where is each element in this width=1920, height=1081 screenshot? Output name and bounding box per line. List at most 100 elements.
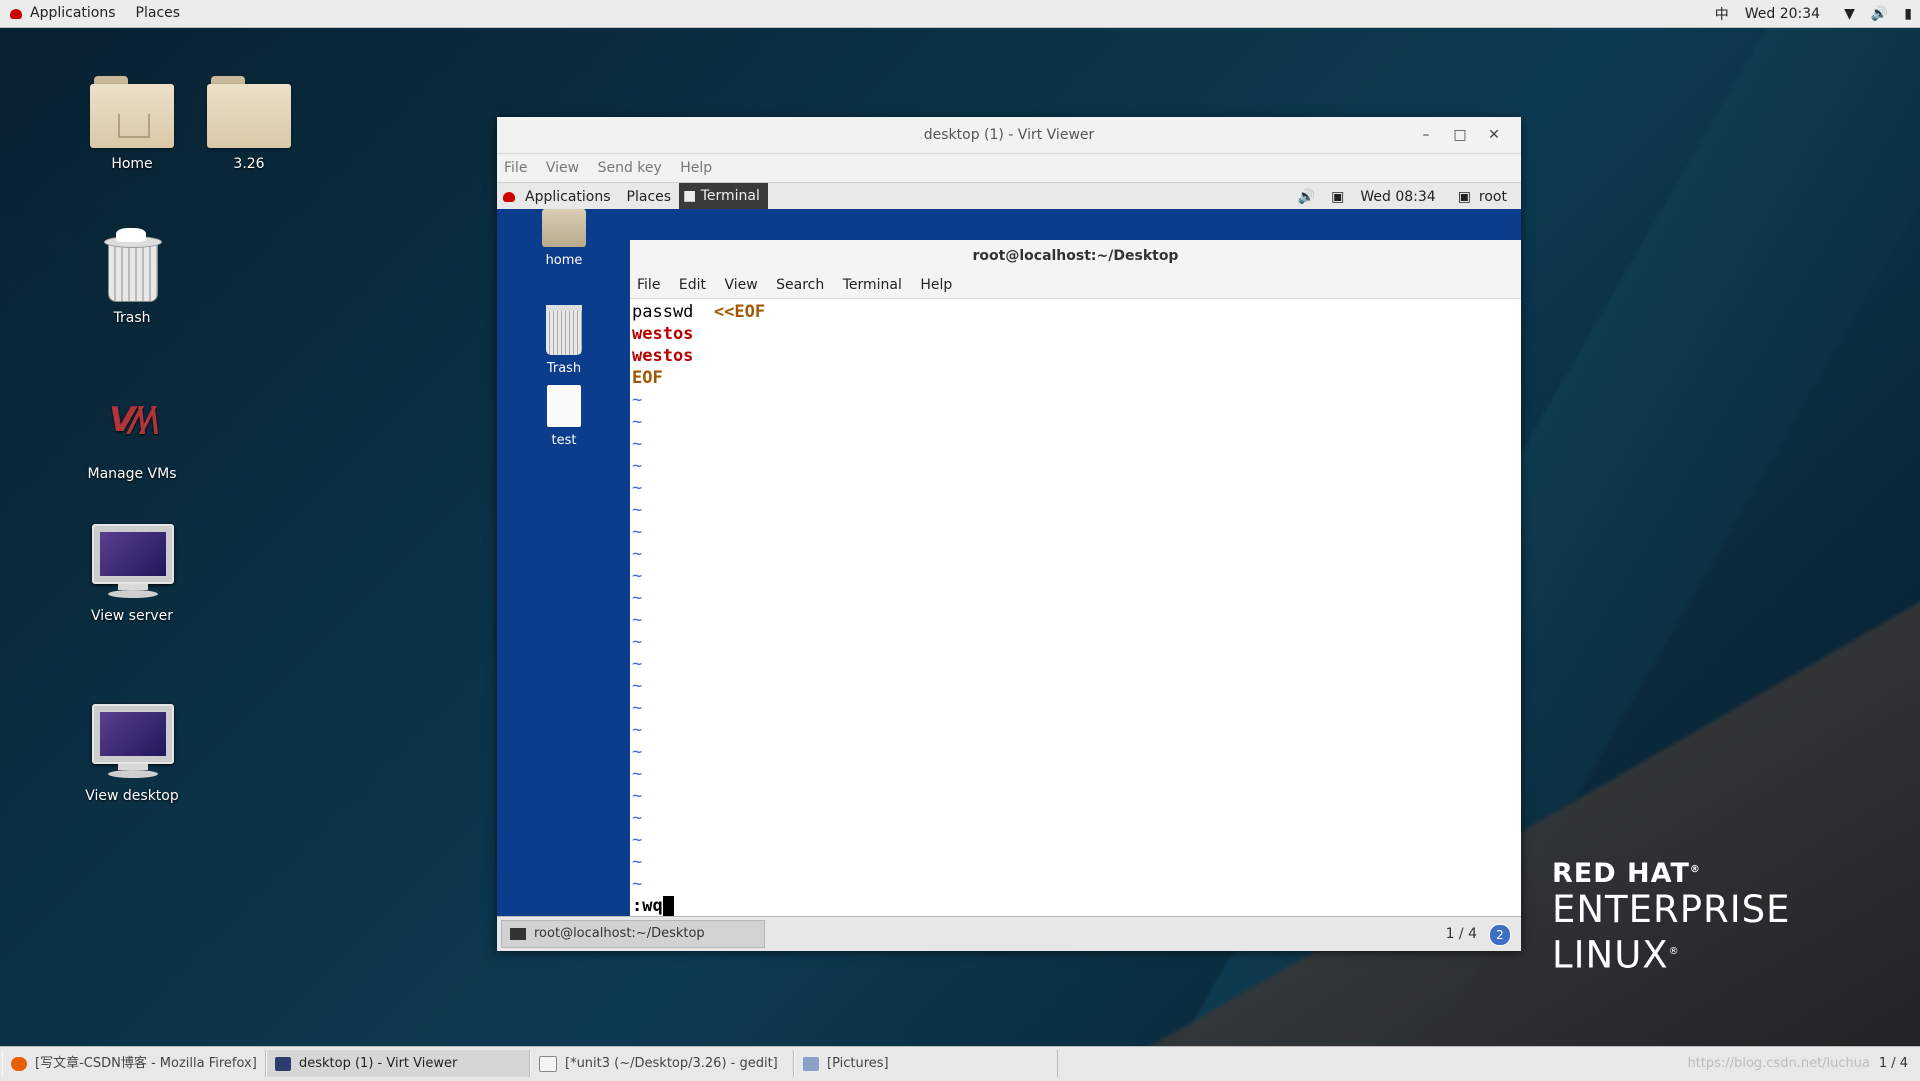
terminal-titlebar[interactable]: root@localhost:~/Desktop [630,240,1521,272]
desktop-icon-home[interactable]: Home [72,76,192,172]
redhat-enterprise-logo: RED HAT® ENTERPRISE LINUX® [1552,858,1791,976]
home-folder-icon [90,76,174,148]
logo-line-2: ENTERPRISE [1552,888,1791,931]
logo-line-3: LINUX [1552,933,1669,977]
taskbar-item-label: [Pictures] [827,1056,889,1071]
close-button[interactable]: ✕ [1477,117,1511,153]
guest-user-menu[interactable]: root [1479,189,1515,205]
monitor-icon [92,704,174,780]
guest-top-bar: Applications Places ■ Terminal 🔊 ▣ Wed 0… [497,182,1521,210]
top-bar: Applications Places 中 Wed 20:34 ▼ 🔊 ▮ [0,0,1920,28]
vim-empty-line: ~ [632,874,643,894]
minimize-button[interactable]: – [1409,117,1443,153]
guest-terminal-tab[interactable]: ■ Terminal [679,183,768,210]
terminal-content[interactable]: passwd <<EOF westos westos EOF ~ ~ ~ ~ ~ ~ ~ ~ ~… [630,299,1521,919]
vim-command: :wq [632,896,663,916]
terminal-line: passwd <<EOF [632,301,1519,323]
redhat-icon [10,8,22,19]
guest-icon-trash[interactable]: Trash [529,305,599,376]
battery-icon[interactable]: ▮ [1896,6,1920,22]
firefox-icon [11,1056,27,1071]
terminal-icon: ■ [683,188,701,204]
guest-notification-badge[interactable]: 2 [1489,924,1511,946]
volume-icon[interactable]: 🔊 [1863,6,1896,22]
input-method-indicator[interactable]: 中 [1707,4,1737,24]
menu-view[interactable]: View [539,160,586,176]
terminal-menu-terminal[interactable]: Terminal [836,277,909,293]
wifi-icon[interactable]: ▼ [1836,6,1863,22]
vm-logo-icon: V/\/\ [109,400,161,440]
redhat-icon [503,191,515,202]
guest-volume-icon[interactable]: 🔊 [1290,189,1323,205]
taskbar-item-label: [*unit3 (~/Desktop/3.26) - gedit] [565,1056,778,1071]
guest-workspace-indicator[interactable]: 1 / 4 [1446,917,1477,951]
vim-empty-line: ~ [632,610,643,630]
guest-icon-label: test [551,433,577,448]
virt-viewer-window[interactable]: desktop (1) - Virt Viewer – □ ✕ File Vie… [497,117,1521,951]
taskbar-item-firefox[interactable]: [写文章-CSDN博客 - Mozilla Firefox] [2,1050,266,1077]
guest-applications-menu[interactable]: Applications [517,189,619,205]
menu-help[interactable]: Help [673,160,719,176]
desktop-icon-label: Home [111,156,153,172]
guest-icon-label: Trash [546,361,582,376]
terminal-menu-file[interactable]: File [630,277,667,293]
terminal-menubar: File Edit View Search Terminal Help [630,272,1521,299]
guest-user-icon: ▣ [1457,188,1471,205]
desktop-icon-view-desktop[interactable]: View desktop [72,704,192,804]
guest-icon-test[interactable]: test [529,385,599,448]
desktop-icon-3-26[interactable]: 3.26 [189,76,309,172]
workspace-indicator[interactable]: 1 / 4 [1879,1047,1908,1081]
text-editor-icon [539,1055,557,1072]
logo-line-1: RED HAT [1552,858,1690,889]
terminal-menu-search[interactable]: Search [769,277,831,293]
places-menu[interactable]: Places [126,0,191,27]
guest-places-menu[interactable]: Places [619,189,680,205]
vim-empty-line: ~ [632,522,643,542]
taskbar-item-pictures[interactable]: [Pictures] [794,1050,1058,1077]
trash-icon [102,228,162,302]
guest-network-icon[interactable]: ▣ [1323,189,1352,205]
bottom-taskbar: [写文章-CSDN博客 - Mozilla Firefox] desktop (… [0,1046,1920,1081]
taskbar-item-virt-viewer[interactable]: desktop (1) - Virt Viewer [266,1050,530,1077]
desktop-icon-label: View desktop [85,788,179,804]
maximize-button[interactable]: □ [1443,117,1477,153]
vim-empty-line: ~ [632,434,643,454]
guest-clock[interactable]: Wed 08:34 [1352,189,1449,205]
terminal-window[interactable]: root@localhost:~/Desktop File Edit View … [630,240,1521,916]
text-cursor [662,896,674,916]
applications-menu[interactable]: Applications [24,0,126,27]
vim-empty-line: ~ [632,632,643,652]
document-icon [547,385,581,427]
terminal-menu-edit[interactable]: Edit [672,277,713,293]
terminal-menu-view[interactable]: View [717,277,764,293]
desktop-icon-trash[interactable]: Trash [72,228,192,326]
vim-empty-line: ~ [632,566,643,586]
desktop-icon-view-server[interactable]: View server [72,524,192,624]
vim-empty-line: ~ [632,786,643,806]
heredoc-marker: <<EOF [713,302,766,322]
vim-empty-line: ~ [632,390,643,410]
guest-taskbar-item[interactable]: root@localhost:~/Desktop [501,920,765,948]
guest-icon-home[interactable]: home [529,209,599,268]
viewer-menubar: File View Send key Help [497,154,1521,182]
menu-send-key[interactable]: Send key [591,160,669,176]
vim-empty-line: ~ [632,500,643,520]
vim-empty-line: ~ [632,698,643,718]
folder-icon [207,76,291,148]
desktop-icon-label: Manage VMs [87,466,177,482]
vim-empty-line: ~ [632,544,643,564]
terminal-line: westos [632,346,694,366]
clock[interactable]: Wed 20:34 [1737,6,1836,22]
terminal-title: root@localhost:~/Desktop [972,248,1179,264]
vim-empty-line: ~ [632,588,643,608]
menu-file[interactable]: File [497,160,534,176]
window-titlebar[interactable]: desktop (1) - Virt Viewer – □ ✕ [497,117,1521,154]
desktop-icon-manage-vms[interactable]: V/\/\ Manage VMs [72,390,192,482]
terminal-icon [510,927,526,940]
taskbar-item-gedit[interactable]: [*unit3 (~/Desktop/3.26) - gedit] [530,1050,794,1077]
vim-empty-line: ~ [632,676,643,696]
desktop-icon-label: 3.26 [233,156,265,172]
monitor-icon [275,1056,291,1071]
guest-terminal-label: Terminal [700,188,760,204]
terminal-menu-help[interactable]: Help [913,277,959,293]
